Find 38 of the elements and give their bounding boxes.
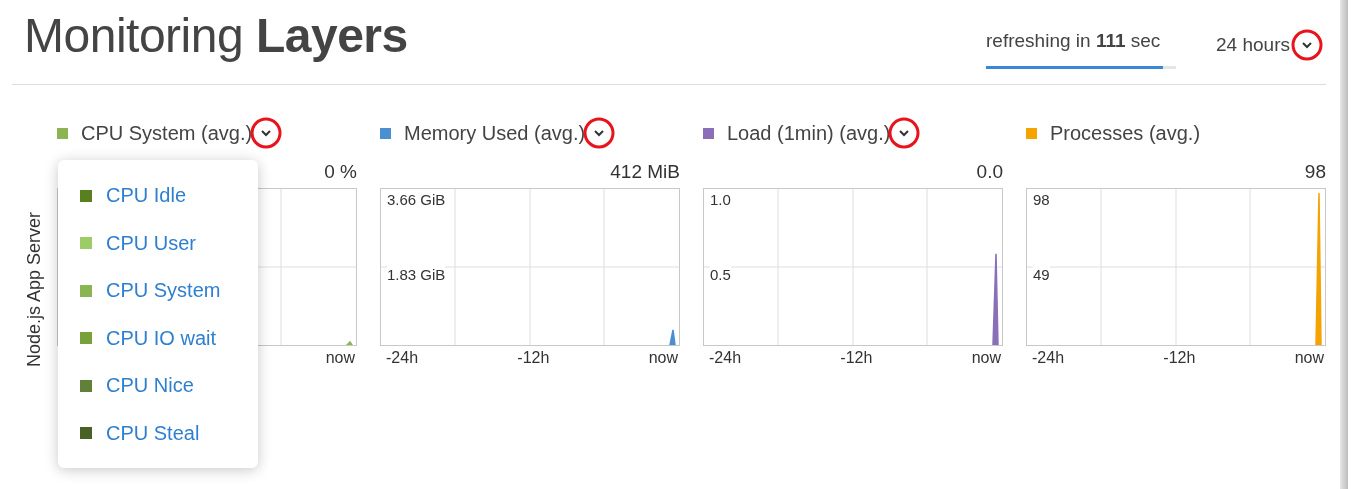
spike-line bbox=[669, 329, 676, 345]
time-range-dropdown[interactable]: 24 hours bbox=[1216, 30, 1322, 60]
menu-item[interactable]: CPU Steal bbox=[80, 409, 258, 457]
x-axis-label: -24h bbox=[386, 349, 419, 367]
menu-item[interactable]: CPU IO wait bbox=[80, 314, 258, 362]
refresh-countdown: refreshing in 111 sec bbox=[986, 30, 1162, 52]
metric-value: 98 bbox=[1304, 161, 1326, 183]
x-axis-label: now bbox=[648, 349, 678, 367]
metric-name: Load (1min) (avg.) bbox=[727, 121, 891, 145]
metric-value: 0.0 bbox=[976, 161, 1003, 183]
x-axis-label: -12h bbox=[1163, 349, 1196, 367]
menu-item[interactable]: CPU Nice bbox=[80, 362, 258, 410]
x-axis-label: now bbox=[325, 349, 355, 367]
metric-name: Processes (avg.) bbox=[1050, 121, 1201, 145]
page-title: Monitoring Layers bbox=[24, 8, 408, 63]
x-axis-label: -12h bbox=[517, 349, 550, 367]
metric-value: 412 MiB bbox=[610, 161, 680, 183]
x-axis-label: -12h bbox=[840, 349, 873, 367]
chevron-down-icon bbox=[898, 129, 911, 137]
metric-name: CPU System (avg.) bbox=[81, 121, 253, 145]
x-axis-label: -24h bbox=[1032, 349, 1065, 367]
menu-item[interactable]: CPU System bbox=[80, 267, 258, 315]
chevron-down-icon bbox=[260, 129, 273, 137]
metric-name: Memory Used (avg.) bbox=[404, 121, 586, 145]
spike-line bbox=[345, 340, 354, 345]
y-axis-label: 3.66 GiB bbox=[387, 191, 446, 208]
menu-item[interactable]: CPU User bbox=[80, 219, 258, 267]
x-axis-label: now bbox=[1294, 349, 1324, 367]
menu-item[interactable]: CPU Idle bbox=[80, 172, 258, 220]
y-axis-label: 49 bbox=[1033, 266, 1050, 283]
row-label: Node.js App Server bbox=[24, 210, 45, 367]
x-axis-label: -24h bbox=[709, 349, 742, 367]
chevron-down-icon bbox=[593, 129, 606, 137]
y-axis-label: 0.5 bbox=[710, 266, 731, 283]
chevron-down-icon bbox=[1301, 41, 1313, 49]
y-axis-label: 1.83 GiB bbox=[387, 266, 446, 283]
metric-value: 0 % bbox=[324, 161, 357, 183]
x-axis-label: now bbox=[971, 349, 1001, 367]
